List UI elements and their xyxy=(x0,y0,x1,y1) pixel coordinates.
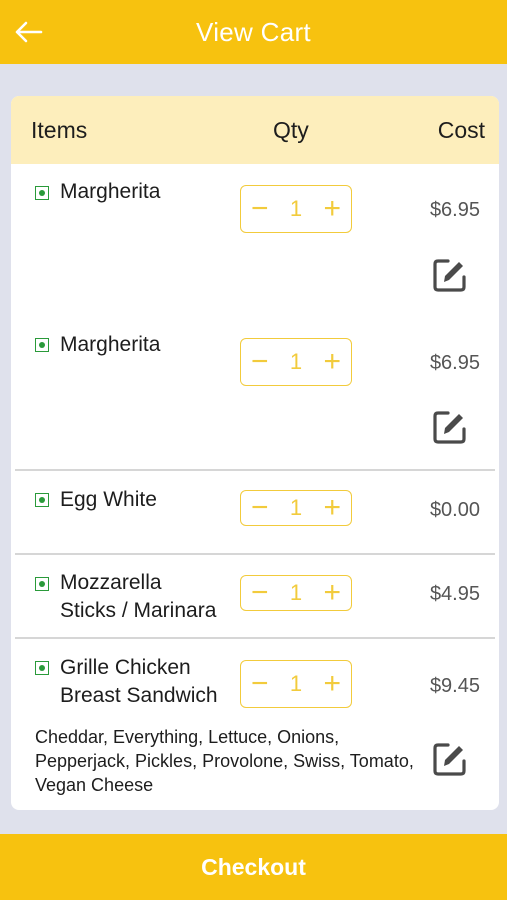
cart-item-row: Grille Chicken Breast Sandwich − 1 + $9.… xyxy=(11,639,499,809)
item-price: $4.95 xyxy=(429,583,480,605)
edit-item-button[interactable] xyxy=(432,257,468,293)
decrease-qty-button[interactable]: − xyxy=(251,194,269,224)
item-name-line: Sticks / Marinara xyxy=(60,599,217,622)
item-price: $9.45 xyxy=(429,675,480,697)
edit-icon xyxy=(433,259,466,292)
item-name-line: Breast Sandwich xyxy=(60,684,218,707)
veg-indicator-icon xyxy=(35,577,49,591)
increase-qty-button[interactable]: + xyxy=(323,194,341,224)
item-price: $0.00 xyxy=(429,499,480,521)
quantity-stepper: − 1 + xyxy=(240,185,352,233)
item-price: $6.95 xyxy=(429,352,480,374)
qty-value: 1 xyxy=(289,196,303,221)
page-title: View Cart xyxy=(196,16,311,47)
quantity-stepper: − 1 + xyxy=(240,660,352,708)
cart-item-row: Egg White − 1 + $0.00 xyxy=(15,471,495,555)
item-name: Egg White xyxy=(60,488,157,511)
items-column-label: Items xyxy=(31,117,88,143)
checkout-button[interactable]: Checkout xyxy=(0,834,507,900)
item-price: $6.95 xyxy=(429,199,480,221)
app-header: View Cart xyxy=(0,0,507,64)
increase-qty-button[interactable]: + xyxy=(323,493,341,523)
quantity-stepper: − 1 + xyxy=(240,338,352,386)
increase-qty-button[interactable]: + xyxy=(323,669,341,699)
increase-qty-button[interactable]: + xyxy=(323,578,341,608)
cost-column-label: Cost xyxy=(437,117,485,143)
veg-indicator-icon xyxy=(35,186,49,200)
veg-indicator-icon xyxy=(35,338,49,352)
qty-column-label: Qty xyxy=(273,117,309,143)
veg-indicator-icon xyxy=(35,493,49,507)
increase-qty-button[interactable]: + xyxy=(323,347,341,377)
edit-item-button[interactable] xyxy=(432,741,468,777)
qty-value: 1 xyxy=(289,349,303,374)
edit-item-button[interactable] xyxy=(432,409,468,445)
decrease-qty-button[interactable]: − xyxy=(251,578,269,608)
decrease-qty-button[interactable]: − xyxy=(251,347,269,377)
cart-card: Items Qty Cost Margherita − 1 + $6.95 Ma… xyxy=(11,96,499,810)
cart-item-row: Mozzarella Sticks / Marinara − 1 + $4.95 xyxy=(15,555,495,639)
item-name: Margherita xyxy=(60,180,161,203)
cart-item-row: Margherita − 1 + $6.95 xyxy=(11,164,499,317)
edit-icon xyxy=(433,411,466,444)
veg-indicator-icon xyxy=(35,661,49,675)
quantity-stepper: − 1 + xyxy=(240,490,352,526)
decrease-qty-button[interactable]: − xyxy=(251,493,269,523)
arrow-left-icon xyxy=(15,21,43,43)
qty-value: 1 xyxy=(289,495,303,520)
item-modifiers: Cheddar, Everything, Lettuce, Onions, Pe… xyxy=(35,727,414,795)
edit-icon xyxy=(433,743,466,776)
item-name-line: Grille Chicken xyxy=(60,656,191,679)
qty-value: 1 xyxy=(289,580,303,605)
item-name: Grille Chicken Breast Sandwich xyxy=(60,654,218,710)
item-name: Margherita xyxy=(60,333,161,356)
cart-item-row: Margherita − 1 + $6.95 xyxy=(15,317,495,471)
decrease-qty-button[interactable]: − xyxy=(251,669,269,699)
qty-value: 1 xyxy=(289,671,303,696)
item-name-line: Mozzarella xyxy=(60,571,162,594)
checkout-label: Checkout xyxy=(201,853,306,880)
cart-column-header: Items Qty Cost xyxy=(11,96,499,164)
item-name: Mozzarella Sticks / Marinara xyxy=(60,569,216,625)
quantity-stepper: − 1 + xyxy=(240,575,352,611)
back-button[interactable] xyxy=(10,16,46,48)
